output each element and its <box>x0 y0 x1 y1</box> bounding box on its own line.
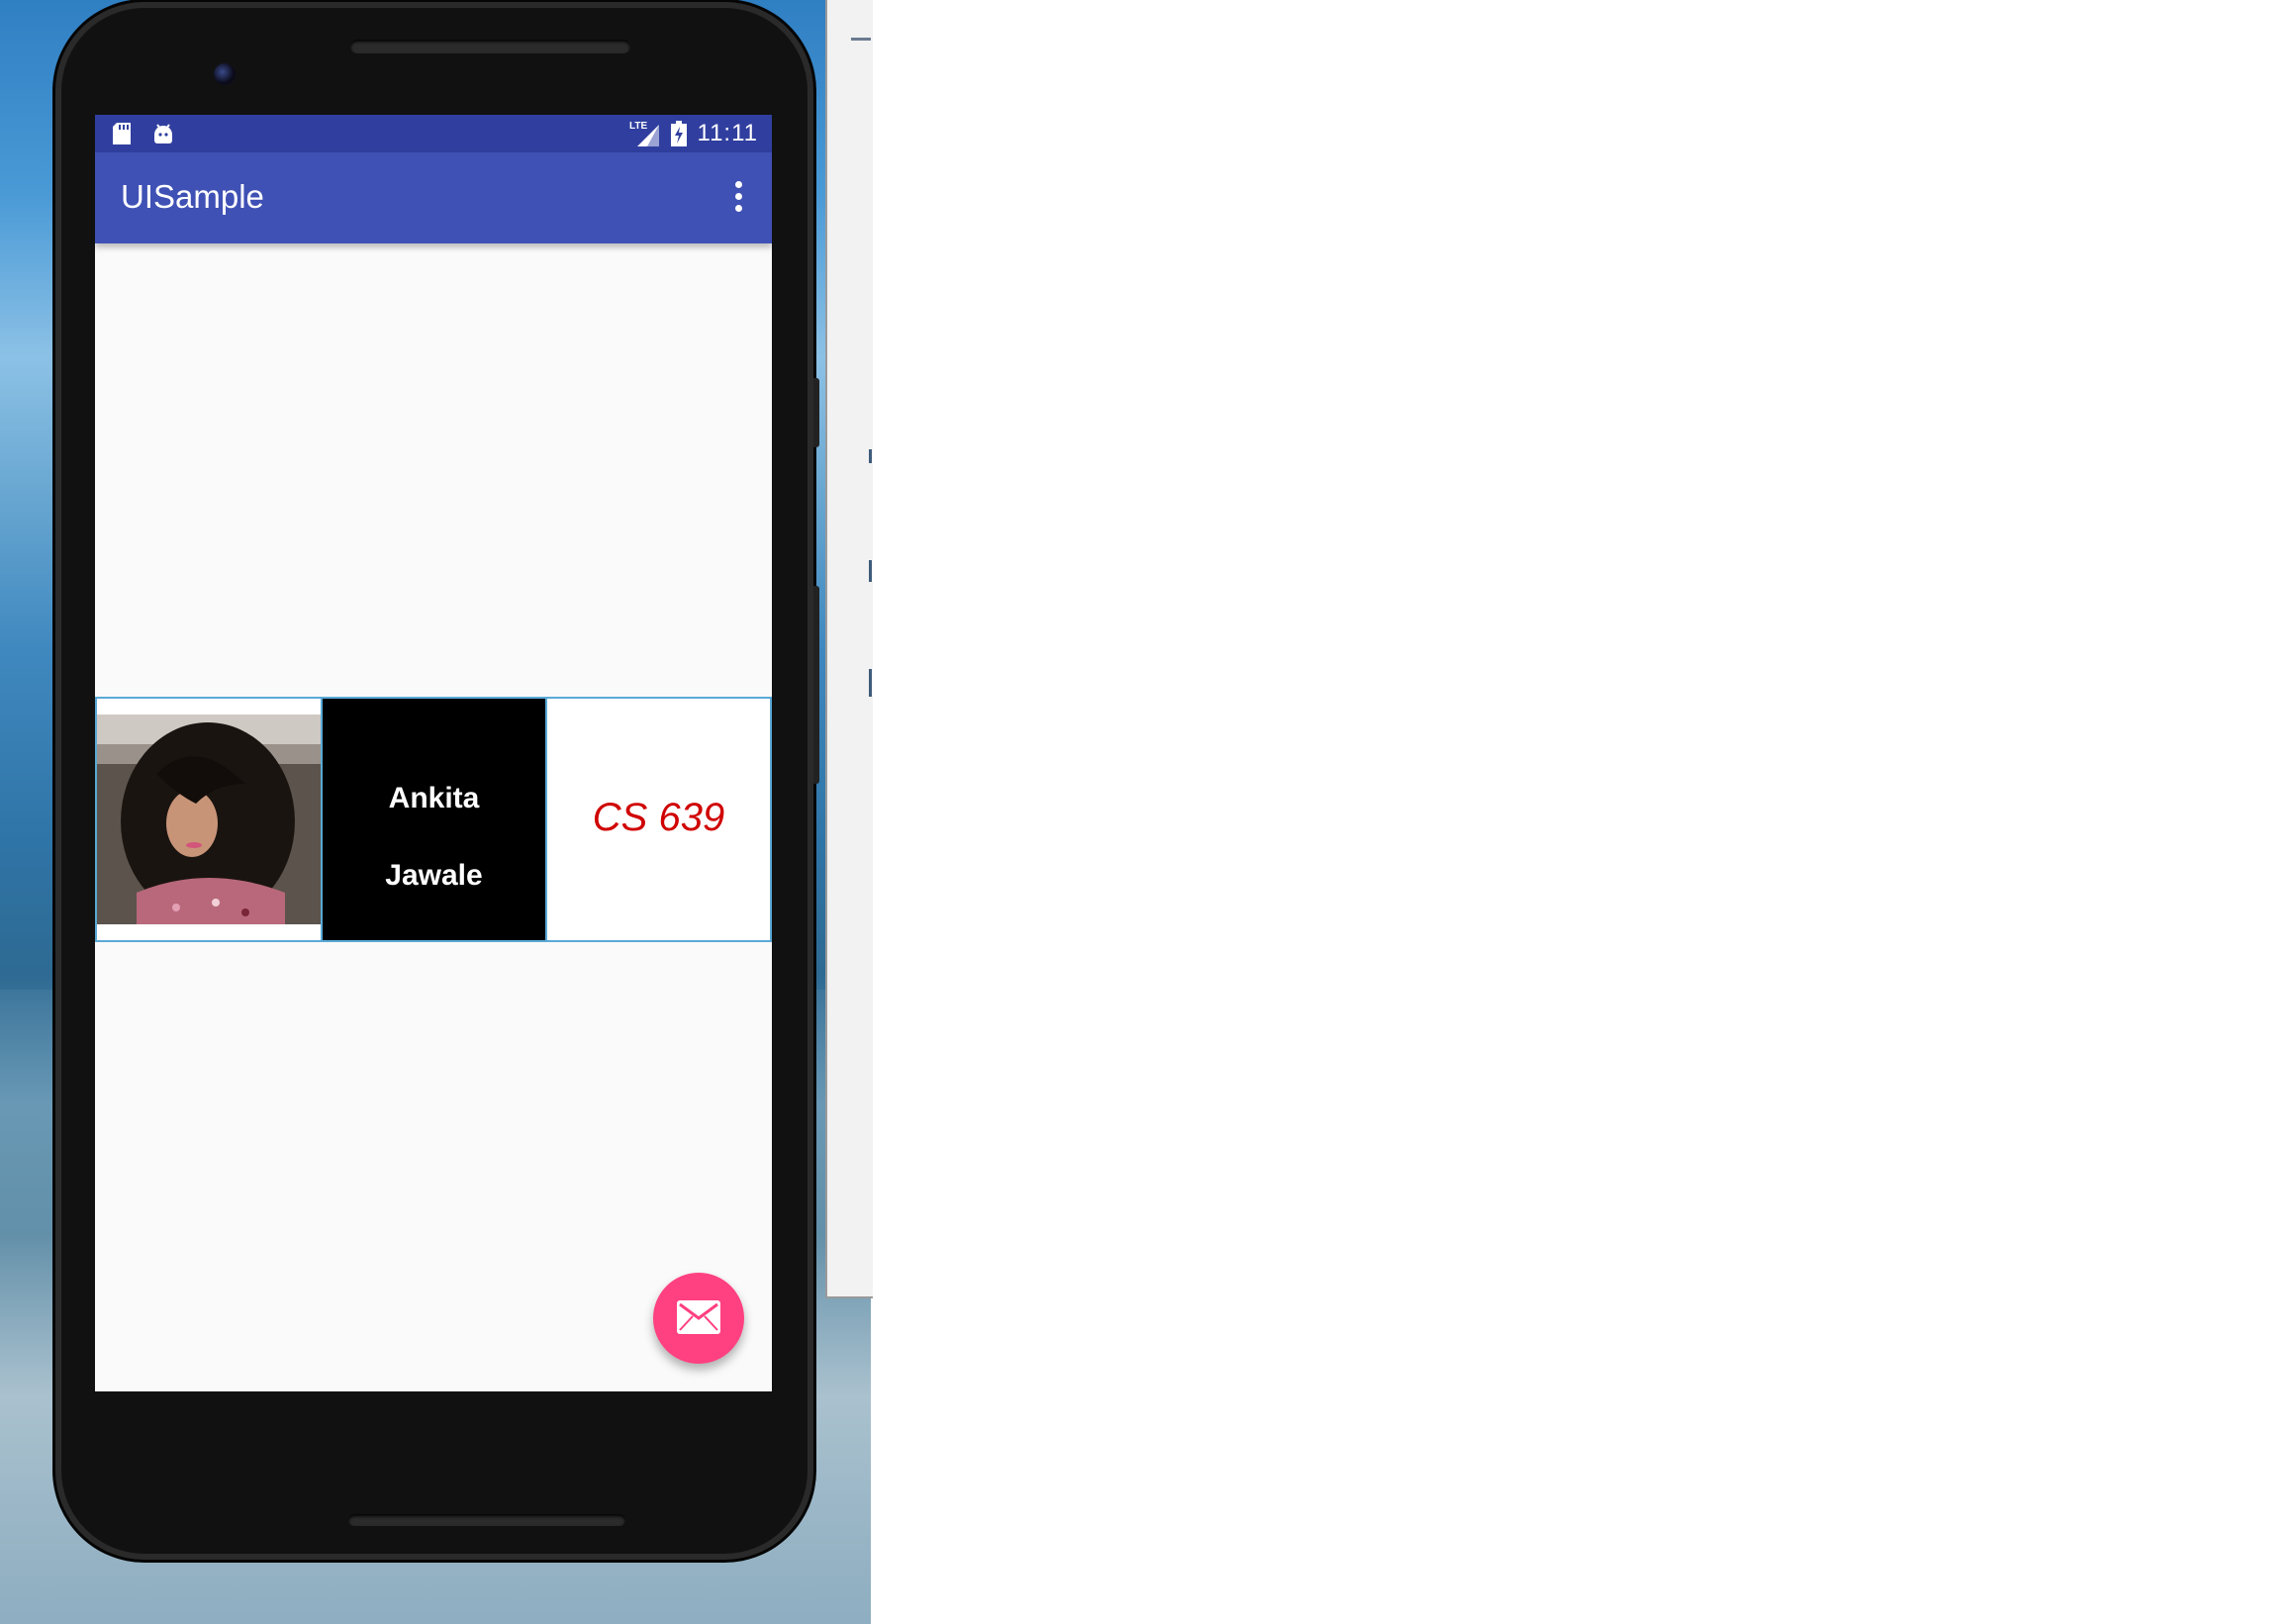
course-cell: CS 639 <box>545 697 772 942</box>
svg-text:LTE: LTE <box>629 121 647 132</box>
photo-cell <box>95 697 323 942</box>
first-name: Ankita <box>388 782 480 814</box>
window-edge-mark <box>869 669 872 697</box>
email-fab-button[interactable] <box>653 1273 744 1364</box>
email-icon <box>677 1300 720 1334</box>
window-edge-mark <box>869 560 872 582</box>
app-bar: UISample <box>95 152 772 243</box>
bottom-speaker <box>348 1514 625 1526</box>
lte-signal-icon: LTE <box>629 121 659 146</box>
status-bar: LTE 11:11 <box>95 115 772 152</box>
device-screen: LTE 11:11 UISample Ankita Jawale CS 639 <box>95 115 772 1391</box>
course-label: CS 639 <box>592 796 725 839</box>
earpiece-speaker <box>350 40 630 53</box>
battery-charging-icon <box>671 121 687 146</box>
window-minimize-mark[interactable] <box>851 38 871 41</box>
volume-button[interactable] <box>813 586 819 784</box>
more-vert-icon[interactable] <box>728 178 748 218</box>
power-button[interactable] <box>813 378 819 447</box>
profile-row: Ankita Jawale CS 639 <box>95 697 772 942</box>
name-cell: Ankita Jawale <box>321 697 547 942</box>
window-edge-mark <box>869 449 872 463</box>
app-title: UISample <box>121 178 264 215</box>
profile-photo <box>97 715 321 924</box>
android-icon <box>154 124 172 143</box>
sd-card-icon <box>113 123 131 144</box>
adjacent-ide-window[interactable] <box>825 0 873 1298</box>
front-camera <box>214 63 236 85</box>
status-time: 11:11 <box>697 120 758 146</box>
last-name: Jawale <box>385 859 483 892</box>
